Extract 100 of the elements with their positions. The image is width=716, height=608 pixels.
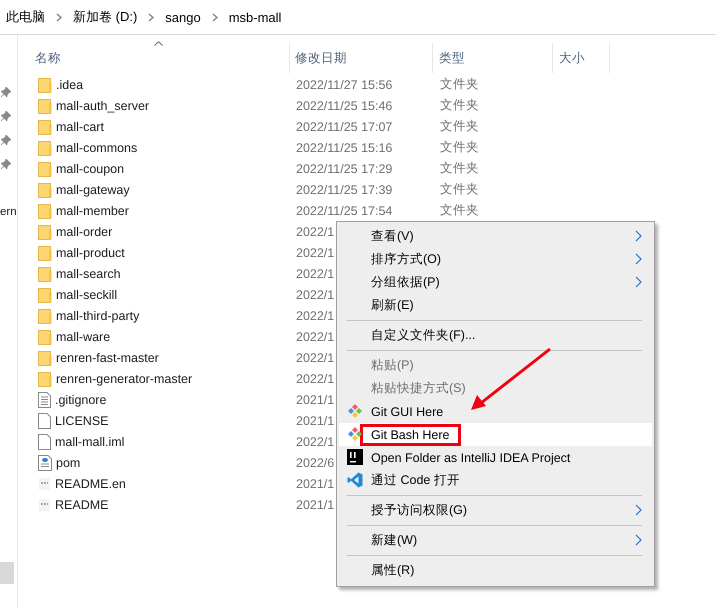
file-name[interactable]: .idea xyxy=(56,78,84,92)
column-header[interactable]: 类型 xyxy=(433,43,553,73)
vscode-icon xyxy=(347,472,363,488)
breadcrumb-item[interactable]: sango xyxy=(165,10,201,24)
menu-item[interactable]: 刷新(E) xyxy=(339,294,652,317)
text-file-icon xyxy=(38,392,51,408)
menu-item[interactable]: 排序方式(O) xyxy=(339,248,652,271)
breadcrumb-item[interactable]: 此电脑 xyxy=(6,8,45,26)
file-name[interactable]: mall-order xyxy=(56,224,112,238)
file-name[interactable]: LICENSE xyxy=(55,414,108,428)
folder-icon xyxy=(38,202,52,218)
nav-item-label[interactable]: ern xyxy=(0,206,17,218)
modified-date: 2022/11/25 17:54 xyxy=(296,204,392,218)
modified-date: 2022/1 xyxy=(296,330,334,344)
chevron-icon xyxy=(212,12,218,22)
file-name[interactable]: mall-third-party xyxy=(56,308,140,322)
file-name[interactable]: renren-generator-master xyxy=(56,372,192,386)
breadcrumb-item[interactable]: msb-mall xyxy=(228,10,282,24)
file-name[interactable]: mall-member xyxy=(56,204,129,218)
chevron-icon xyxy=(56,12,62,22)
folder-icon xyxy=(38,286,52,302)
file-name[interactable]: mall-mall.iml xyxy=(55,434,124,448)
xml-file-icon xyxy=(38,454,52,470)
file-type: 文件夹 xyxy=(440,77,479,91)
file-name[interactable]: .gitignore xyxy=(55,392,106,406)
file-name[interactable]: pom xyxy=(56,456,80,470)
modified-date: 2022/11/25 17:07 xyxy=(296,120,392,134)
folder-icon xyxy=(38,140,52,156)
modified-date: 2022/6 xyxy=(296,456,334,470)
modified-date: 2021/1 xyxy=(296,414,334,428)
file-type: 文件夹 xyxy=(440,140,479,154)
intellij-icon xyxy=(347,449,363,465)
file-name[interactable]: mall-ware xyxy=(56,330,110,344)
folder-icon xyxy=(38,76,52,92)
file-name[interactable]: mall-gateway xyxy=(56,182,130,196)
pin-icon xyxy=(1,135,11,145)
folder-icon xyxy=(38,328,52,344)
folder-icon xyxy=(38,182,52,198)
menu-item[interactable]: 查看(V) xyxy=(339,225,652,248)
file-icon xyxy=(38,434,51,450)
modified-date: 2022/1 xyxy=(296,308,334,322)
modified-date: 2022/11/27 15:56 xyxy=(296,78,392,92)
menu-item[interactable]: 授予访问权限(G) xyxy=(339,499,652,522)
nav-scroll-thumb[interactable] xyxy=(0,562,14,584)
column-header[interactable]: 修改日期 xyxy=(290,43,433,73)
document-icon xyxy=(38,476,51,490)
pin-icon xyxy=(1,159,11,169)
folder-icon xyxy=(38,118,52,134)
file-type: 文件夹 xyxy=(440,182,479,196)
file-name[interactable]: mall-product xyxy=(56,246,125,260)
modified-date: 2021/1 xyxy=(296,392,334,406)
chevron-icon xyxy=(148,12,154,22)
git-icon xyxy=(347,403,363,419)
modified-date: 2022/1 xyxy=(296,288,334,302)
menu-item[interactable]: Git GUI Here xyxy=(339,400,652,423)
menu-item[interactable]: Open Folder as IntelliJ IDEA Project xyxy=(339,446,652,469)
modified-date: 2022/1 xyxy=(296,246,334,260)
menu-item[interactable]: 分组依据(P) xyxy=(339,271,652,294)
file-name[interactable]: mall-seckill xyxy=(56,288,118,302)
modified-date: 2022/1 xyxy=(296,266,334,280)
modified-date: 2022/11/25 15:46 xyxy=(296,98,392,112)
file-name[interactable]: renren-fast-master xyxy=(56,350,159,364)
file-type: 文件夹 xyxy=(440,119,479,133)
file-icon xyxy=(38,412,51,428)
column-header[interactable]: 名称 xyxy=(18,43,290,73)
pin-icon xyxy=(1,111,11,121)
file-name[interactable]: README xyxy=(55,498,108,512)
document-icon xyxy=(38,498,51,512)
folder-icon xyxy=(38,244,52,260)
modified-date: 2021/1 xyxy=(296,476,334,490)
modified-date: 2022/1 xyxy=(296,372,334,386)
file-name[interactable]: mall-cart xyxy=(56,120,104,134)
modified-date: 2022/11/25 17:29 xyxy=(296,162,392,176)
modified-date: 2022/1 xyxy=(296,350,334,364)
file-name[interactable]: mall-search xyxy=(56,266,121,280)
file-type: 文件夹 xyxy=(440,203,479,217)
folder-icon xyxy=(38,224,52,240)
menu-item[interactable]: 新建(W) xyxy=(339,529,652,552)
file-name[interactable]: mall-auth_server xyxy=(56,98,150,112)
folder-icon xyxy=(38,160,52,176)
sort-caret-icon xyxy=(154,41,163,46)
folder-icon xyxy=(38,98,52,114)
modified-date: 2022/11/25 17:39 xyxy=(296,182,392,196)
file-name[interactable]: README.en xyxy=(55,476,126,490)
pin-icon xyxy=(1,87,11,97)
file-name[interactable]: mall-commons xyxy=(56,140,138,154)
menu-item[interactable]: 自定义文件夹(F)... xyxy=(339,324,652,347)
file-name[interactable]: mall-coupon xyxy=(56,162,124,176)
folder-icon xyxy=(38,308,52,324)
menu-item[interactable]: Git Bash Here xyxy=(339,423,652,446)
breadcrumb-item[interactable]: 新加卷 (D:) xyxy=(73,8,138,26)
file-type: 文件夹 xyxy=(440,98,479,112)
modified-date: 2022/1 xyxy=(296,434,334,448)
menu-item[interactable]: 通过 Code 打开 xyxy=(339,469,652,492)
menu-item[interactable]: 属性(R) xyxy=(339,559,652,582)
column-header[interactable]: 大小 xyxy=(553,43,610,73)
git-icon xyxy=(347,426,363,442)
folder-icon xyxy=(38,350,52,366)
modified-date: 2022/11/25 15:16 xyxy=(296,140,392,154)
folder-icon xyxy=(38,370,52,386)
